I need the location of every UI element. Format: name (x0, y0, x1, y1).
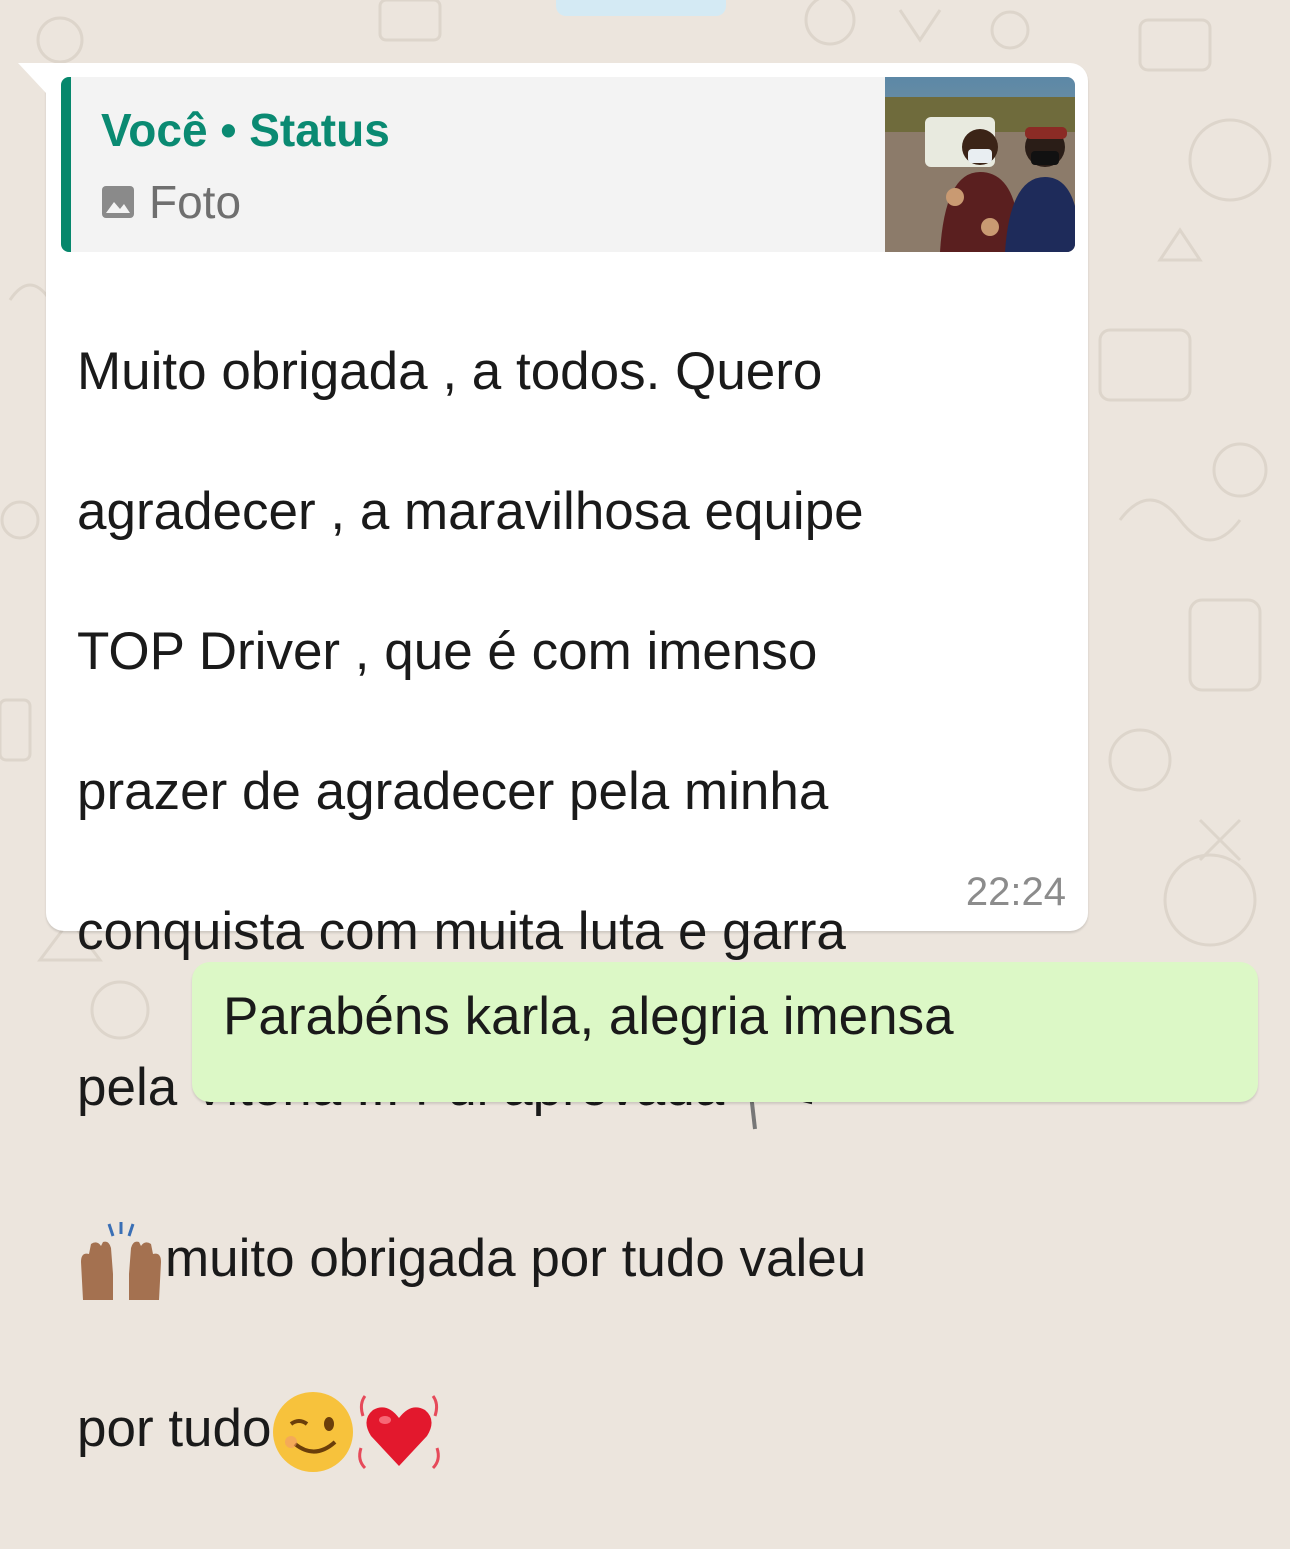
quote-source: Status (249, 104, 390, 156)
date-chip (556, 0, 726, 16)
message-line-4: prazer de agradecer pela minha (77, 762, 829, 821)
quote-accent-bar (61, 77, 71, 252)
message-line-2: agradecer , a maravilhosa equipe (77, 482, 864, 541)
message-line-5: conquista com muita luta e garra (77, 902, 846, 961)
message-line-3: TOP Driver , que é com imenso (77, 622, 818, 681)
message-line-1: Muito obrigada , a todos. Quero (77, 342, 823, 401)
bubble-tail (18, 63, 46, 93)
quote-title: Você • Status (101, 103, 390, 157)
message-line-8: por tudo (77, 1399, 272, 1458)
outgoing-message-text: Parabéns karla, alegria imensa (223, 987, 954, 1046)
photo-icon (102, 186, 134, 218)
status-reply-quote[interactable]: Você • Status Foto (61, 77, 1075, 252)
message-line-7-row: muito obrigada por tudo valeu (77, 1209, 977, 1309)
quote-media-label: Foto (149, 176, 242, 228)
quote-author: Você (101, 104, 208, 156)
raising-hands-icon (81, 1222, 161, 1300)
status-photo-thumbnail[interactable] (885, 77, 1075, 252)
incoming-message-bubble[interactable]: Você • Status Foto Muito obrigada , a to… (18, 63, 1088, 1472)
outgoing-message-bubble[interactable]: Parabéns karla, alegria imensa (192, 962, 1258, 1102)
message-line-7: muito obrigada por tudo valeu (165, 1229, 867, 1288)
message-text: Muito obrigada , a todos. Quero agradece… (77, 267, 977, 1549)
quote-media-row: Foto (101, 176, 242, 228)
message-timestamp: 22:24 (965, 870, 1066, 914)
message-line-8-row: por tudo (77, 1379, 977, 1479)
winking-face-icon (273, 1392, 354, 1472)
quote-separator: • (207, 104, 250, 156)
beating-heart-icon (358, 1395, 441, 1470)
